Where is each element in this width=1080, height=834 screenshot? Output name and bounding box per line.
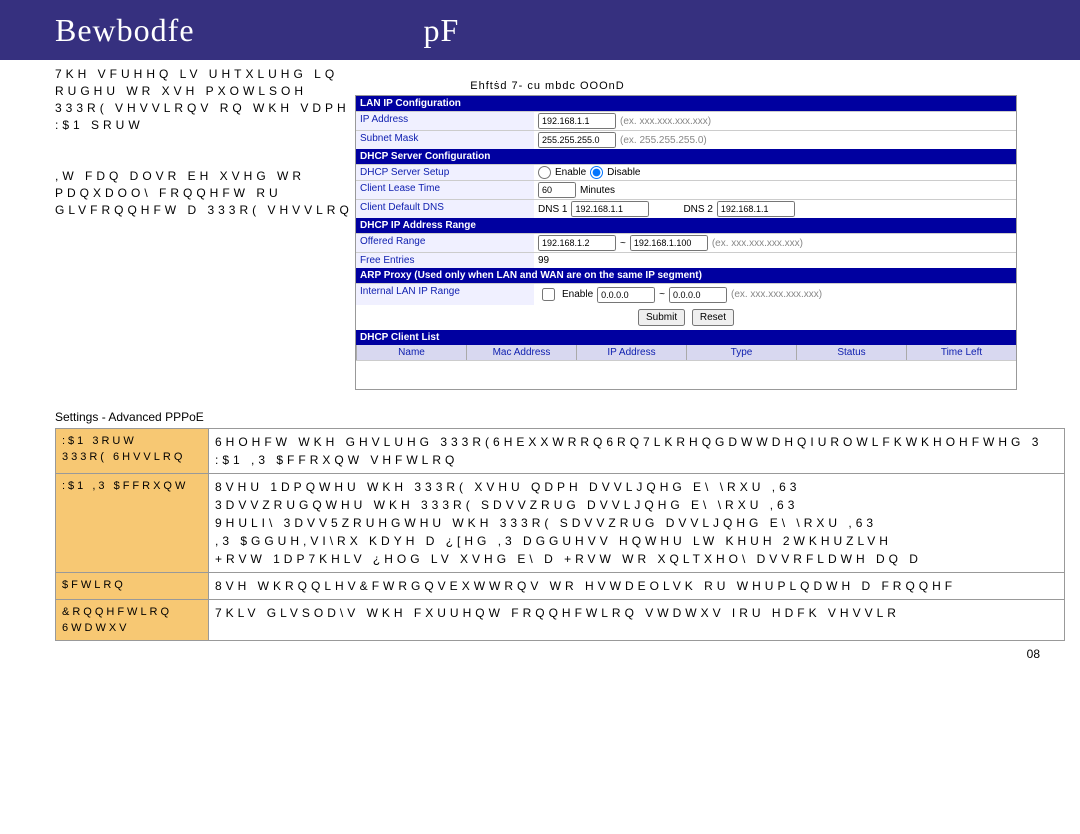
col-header: IP Address (576, 345, 686, 360)
settings-row-label: $FWLRQ (56, 573, 209, 600)
settings-row-desc: 8VHU 1DPQWHU WKH 333R( XVHU QDPH DVVLJQH… (209, 474, 1065, 573)
section-header: DHCP Server Configuration (356, 149, 1016, 164)
submit-button[interactable]: Submit (638, 309, 685, 326)
dns1-input[interactable] (571, 201, 649, 217)
dns2-label: DNS 2 (683, 204, 712, 215)
col-header: Mac Address (466, 345, 576, 360)
section-header: DHCP IP Address Range (356, 218, 1016, 233)
enable-text: Enable (555, 167, 586, 178)
page-number: 08 (1027, 647, 1040, 661)
ip-address-label: IP Address (356, 112, 534, 130)
subnet-mask-input[interactable] (538, 132, 616, 148)
arp-from-input[interactable] (597, 287, 655, 303)
mask-example: (ex. 255.255.255.0) (620, 135, 707, 146)
arp-label: Internal LAN IP Range (356, 284, 534, 305)
arp-example: (ex. xxx.xxx.xxx.xxx) (731, 289, 822, 300)
title-left: Bewbodfe (55, 12, 195, 48)
lease-input[interactable] (538, 182, 576, 198)
ip-example: (ex. xxx.xxx.xxx.xxx) (620, 116, 711, 127)
offered-to-input[interactable] (630, 235, 708, 251)
arp-to-input[interactable] (669, 287, 727, 303)
reset-button[interactable]: Reset (692, 309, 734, 326)
minutes-text: Minutes (580, 185, 615, 196)
offered-from-input[interactable] (538, 235, 616, 251)
arp-enable-checkbox[interactable] (542, 288, 555, 301)
subnet-mask-label: Subnet Mask (356, 131, 534, 149)
settings-row-desc: 8VH WKRQQLHV&FWRGQVEXWWRQV WR HVWDEOLVK … (209, 573, 1065, 600)
section-header: DHCP Client List (356, 330, 1016, 345)
client-list-header: NameMac AddressIP AddressTypeStatusTime … (356, 345, 1016, 360)
config-screenshot: LAN IP Configuration IP Address (ex. xxx… (355, 95, 1017, 390)
title-right: pF (424, 0, 460, 60)
left-paragraph: 7KH VFUHHQ LV UHTXLUHG LQ RUGHU WR XVH P… (55, 66, 355, 219)
settings-row-desc: 7KLV GLVSOD\V WKH FXUUHQW FRQQHFWLRQ VWD… (209, 600, 1065, 641)
ip-address-input[interactable] (538, 113, 616, 129)
col-header: Time Left (906, 345, 1016, 360)
offered-example: (ex. xxx.xxx.xxx.xxx) (712, 238, 803, 249)
col-header: Status (796, 345, 906, 360)
section-header: ARP Proxy (Used only when LAN and WAN ar… (356, 268, 1016, 283)
dns-label: Client Default DNS (356, 200, 534, 218)
arp-enable-text: Enable (562, 289, 593, 300)
lease-label: Client Lease Time (356, 181, 534, 199)
dns1-label: DNS 1 (538, 204, 567, 215)
enable-radio[interactable] (538, 166, 551, 179)
settings-row-desc: 6HOHFW WKH GHVLUHG 333R(6HEXXWRRQ6RQ7LKR… (209, 429, 1065, 474)
settings-row-label: &RQQHFWLRQ 6WDWXV (56, 600, 209, 641)
disable-radio[interactable] (590, 166, 603, 179)
free-entries-label: Free Entries (356, 253, 534, 268)
col-header: Name (356, 345, 466, 360)
settings-row-label: :$1 3RUW333R( 6HVVLRQ (56, 429, 209, 474)
dhcp-setup-label: DHCP Server Setup (356, 165, 534, 180)
free-entries-value: 99 (534, 253, 1016, 268)
blank-row (356, 360, 1016, 389)
offered-label: Offered Range (356, 234, 534, 252)
settings-table: :$1 3RUW333R( 6HVVLRQ6HOHFW WKH GHVLUHG … (55, 428, 1065, 641)
dns2-input[interactable] (717, 201, 795, 217)
disable-text: Disable (607, 167, 640, 178)
settings-row-label: :$1 ,3 $FFRXQW (56, 474, 209, 573)
col-header: Type (686, 345, 796, 360)
settings-title: Settings - Advanced PPPoE (55, 410, 1040, 424)
section-header: LAN IP Configuration (356, 96, 1016, 111)
top-bar: Bewbodfe pF (0, 0, 1080, 60)
